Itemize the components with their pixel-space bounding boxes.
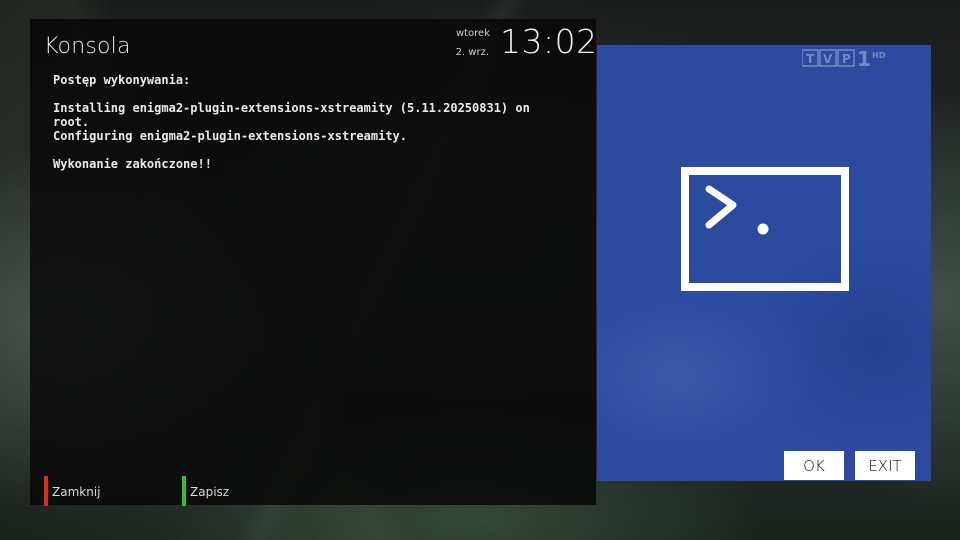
- console-line: Postęp wykonywania:: [53, 73, 191, 87]
- svg-text:P: P: [842, 52, 851, 66]
- red-key-label: Zamknij: [52, 485, 101, 499]
- exit-button[interactable]: EXIT: [855, 451, 915, 480]
- console-line: Wykonanie zakończone!!: [53, 157, 212, 171]
- console-line: Configuring enigma2-plugin-extensions-xs…: [53, 129, 408, 143]
- svg-text:T: T: [806, 52, 815, 66]
- ok-button[interactable]: OK: [784, 451, 844, 480]
- console-line: root.: [53, 115, 90, 129]
- red-key-indicator: [44, 476, 48, 506]
- green-key-label: Zapisz: [190, 485, 230, 499]
- clock-day: wtorek: [455, 28, 490, 39]
- svg-text:HD: HD: [872, 51, 886, 60]
- console-line: Installing enigma2-plugin-extensions-xst…: [53, 101, 530, 115]
- tv-preview-panel: T V P 1 HD OK EXIT: [597, 45, 931, 481]
- console-output[interactable]: Postęp wykonywania: Installing enigma2-p…: [53, 73, 573, 171]
- window-title: Konsola: [44, 34, 131, 59]
- channel-logo: T V P 1 HD: [802, 48, 886, 68]
- terminal-icon: [681, 167, 849, 291]
- console-window: Konsola wtorek 2. wrz. 13:02 Postęp wyko…: [30, 19, 598, 506]
- clock-time: 13:02: [500, 22, 598, 61]
- green-key-indicator: [182, 476, 186, 506]
- clock-date: 2. wrz.: [455, 47, 489, 58]
- svg-text:V: V: [823, 52, 833, 66]
- svg-text:1: 1: [857, 48, 871, 68]
